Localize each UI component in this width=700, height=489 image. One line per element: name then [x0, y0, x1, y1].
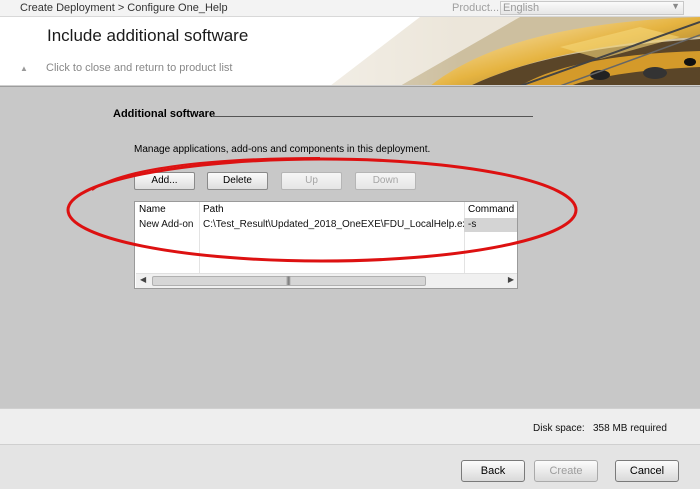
language-select[interactable]: English ▼: [500, 1, 684, 15]
language-value: English: [503, 2, 540, 14]
header-banner[interactable]: Include additional software ▲ Click to c…: [0, 17, 700, 86]
section-title: Additional software: [113, 108, 216, 120]
page-title: Include additional software: [47, 26, 249, 45]
software-table[interactable]: Name Path Command L New Add-on C:\Test_R…: [134, 201, 518, 289]
scroll-right-icon[interactable]: ▶: [508, 275, 514, 284]
collapse-triangle-icon[interactable]: ▲: [20, 64, 28, 73]
title-bar: Create Deployment > Configure One_Help P…: [0, 0, 700, 17]
scrollbar-thumb[interactable]: |||: [152, 275, 426, 286]
grip-icon: |||: [286, 275, 291, 285]
cell-path: C:\Test_Result\Updated_2018_OneEXE\FDU_L…: [203, 219, 464, 230]
cell-name: New Add-on: [139, 219, 194, 230]
close-return-link[interactable]: Click to close and return to product lis…: [46, 62, 232, 74]
main-panel: Additional software Manage applications,…: [0, 86, 700, 408]
down-button[interactable]: Down: [355, 172, 416, 190]
column-header-path[interactable]: Path: [199, 203, 464, 217]
add-button[interactable]: Add...: [134, 172, 195, 190]
delete-button[interactable]: Delete: [207, 172, 268, 190]
section-divider: [212, 116, 533, 117]
footer: Back Create Cancel: [0, 444, 700, 489]
cell-command[interactable]: -s: [464, 218, 517, 232]
status-bar: Disk space: 358 MB required: [0, 408, 700, 444]
horizontal-scrollbar[interactable]: ◀ ||| ▶: [136, 273, 517, 288]
section-description: Manage applications, add-ons and compone…: [134, 144, 431, 155]
column-header-name[interactable]: Name: [135, 203, 199, 217]
create-button[interactable]: Create: [534, 460, 598, 482]
back-button[interactable]: Back: [461, 460, 525, 482]
breadcrumb: Create Deployment > Configure One_Help: [20, 2, 228, 14]
table-row[interactable]: New Add-on C:\Test_Result\Updated_2018_O…: [135, 218, 517, 232]
up-button[interactable]: Up: [281, 172, 342, 190]
disk-space-label: Disk space:: [533, 423, 585, 434]
product-label[interactable]: Product...: [452, 2, 499, 14]
chevron-down-icon: ▼: [671, 1, 680, 11]
column-header-command[interactable]: Command L: [464, 203, 517, 217]
scroll-left-icon[interactable]: ◀: [140, 275, 146, 284]
cancel-button[interactable]: Cancel: [615, 460, 679, 482]
disk-space-value: 358 MB required: [593, 423, 667, 434]
